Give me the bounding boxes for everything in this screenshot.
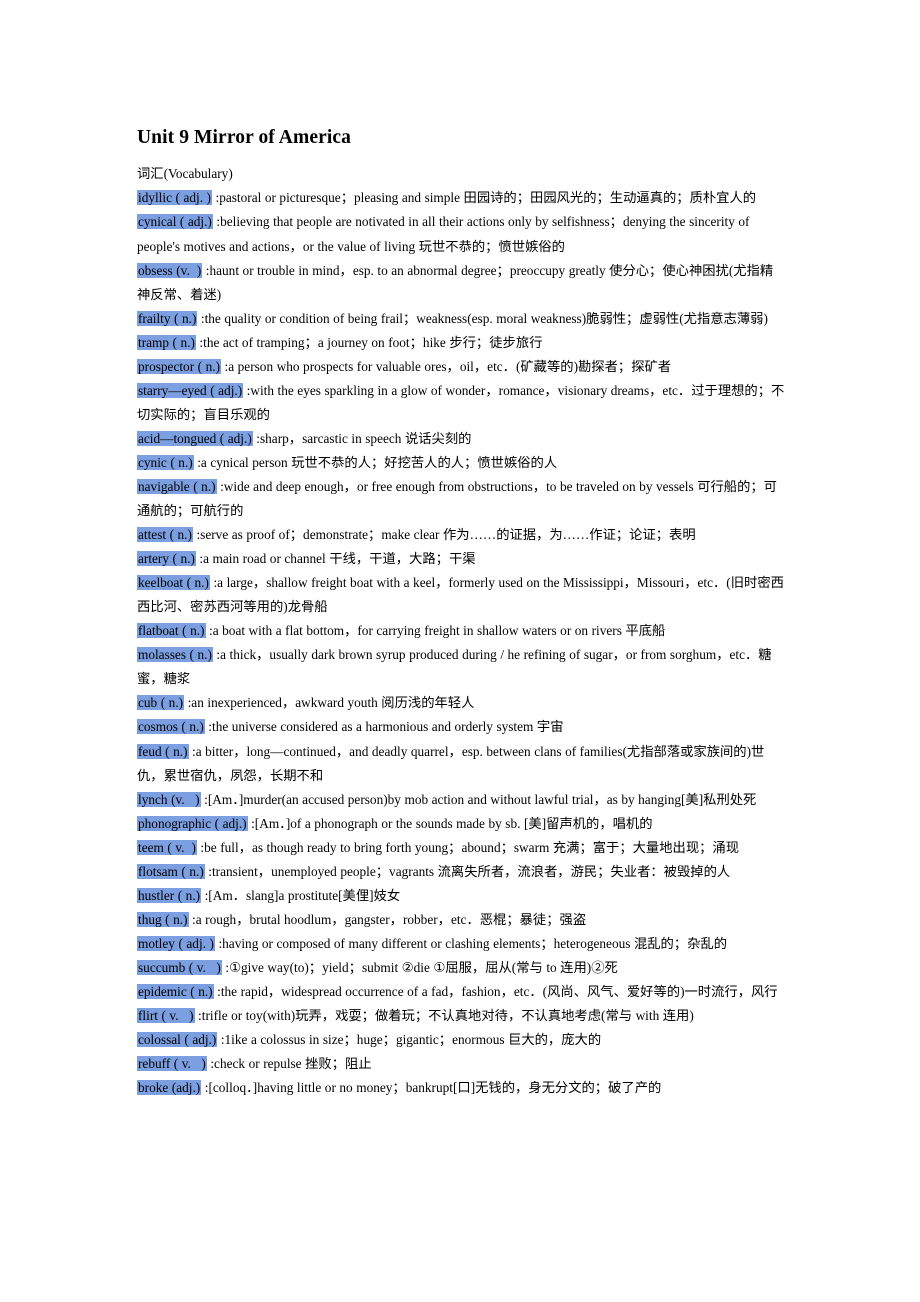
- vocabulary-headword: navigable ( n.): [137, 478, 217, 494]
- vocabulary-definition: :serve as proof of；demonstrate；make clea…: [192, 527, 696, 543]
- vocabulary-entry: acid—tongued ( adj.) :sharp，sarcastic in…: [137, 427, 785, 451]
- vocabulary-definition: :a bitter，long—continued，and deadly quar…: [137, 743, 765, 783]
- vocabulary-definition: :sharp，sarcastic in speech 说话尖刻的: [252, 430, 472, 446]
- vocabulary-headword: epidemic ( n.): [137, 983, 214, 999]
- vocabulary-definition: :the act of tramping；a journey on foot；h…: [195, 334, 543, 350]
- vocabulary-entry: cynical ( adj.) :believing that people a…: [137, 210, 785, 258]
- vocabulary-entry: keelboat ( n.) :a large，shallow freight …: [137, 571, 785, 619]
- vocabulary-definition: :[Am．slang]a prostitute[美俚]妓女: [201, 887, 401, 903]
- vocabulary-entry: phonographic ( adj.) :[Am．]of a phonogra…: [137, 812, 785, 836]
- vocabulary-headword: colossal ( adj.): [137, 1032, 218, 1048]
- vocabulary-definition: :a thick，usually dark brown syrup produc…: [137, 647, 772, 687]
- vocabulary-headword: lynch (v. ): [137, 791, 201, 807]
- vocabulary-headword: idyllic ( adj. ): [137, 190, 212, 206]
- vocabulary-definition: :a main road or channel 干线，干道，大路；干渠: [195, 551, 476, 567]
- vocabulary-entry: starry—eyed ( adj.) :with the eyes spark…: [137, 379, 785, 427]
- vocabulary-entry: succumb ( v. ) :①give way(to)；yield；subm…: [137, 956, 785, 980]
- vocabulary-entry: flirt ( v. ) :trifle or toy(with)玩弄，戏耍；做…: [137, 1004, 785, 1028]
- vocabulary-definition: :[Am．]murder(an accused person)by mob ac…: [200, 791, 757, 807]
- vocabulary-entry: motley ( adj. ) :having or composed of m…: [137, 932, 785, 956]
- vocabulary-entry: colossal ( adj.) :1ike a colossus in siz…: [137, 1028, 785, 1052]
- document-page: Unit 9 Mirror of America 词汇(Vocabulary) …: [0, 0, 920, 1302]
- vocabulary-entry: feud ( n.) :a bitter，long—continued，and …: [137, 740, 785, 788]
- vocabulary-headword: flatboat ( n.): [137, 623, 206, 639]
- vocabulary-definition: :be full，as though ready to bring forth …: [196, 839, 740, 855]
- vocabulary-definition: :wide and deep enough，or free enough fro…: [137, 478, 777, 519]
- vocabulary-headword: cynical ( adj.): [137, 214, 213, 230]
- vocabulary-entry: cynic ( n.) :a cynical person 玩世不恭的人；好挖苦…: [137, 451, 785, 475]
- vocabulary-entry: frailty ( n.) :the quality or condition …: [137, 307, 785, 331]
- vocabulary-definition: :1ike a colossus in size；huge；gigantic；e…: [217, 1032, 602, 1048]
- vocabulary-entry: cosmos ( n.) :the universe considered as…: [137, 715, 785, 739]
- vocabulary-entry: teem ( v. ) :be full，as though ready to …: [137, 836, 785, 860]
- vocabulary-definition: :a boat with a flat bottom，for carrying …: [205, 623, 666, 639]
- vocabulary-headword: obsess (v. ): [137, 262, 203, 278]
- vocabulary-entry: epidemic ( n.) :the rapid，widespread occ…: [137, 980, 785, 1004]
- vocabulary-entry: broke (adj.) :[colloq．]having little or …: [137, 1076, 785, 1100]
- vocabulary-definition: :a large，shallow freight boat with a kee…: [137, 575, 784, 615]
- page-title: Unit 9 Mirror of America: [137, 127, 351, 148]
- vocabulary-definition: :trifle or toy(with)玩弄，戏耍；做着玩；不认真地对待，不认真…: [194, 1008, 694, 1024]
- vocabulary-headword: broke (adj.): [137, 1080, 202, 1096]
- vocabulary-headword: thug ( n.): [137, 911, 189, 927]
- vocabulary-headword: hustler ( n.): [137, 887, 202, 903]
- vocabulary-entry: lynch (v. ) :[Am．]murder(an accused pers…: [137, 788, 785, 812]
- vocabulary-headword: frailty ( n.): [137, 310, 198, 326]
- vocabulary-definition: :pastoral or picturesque；pleasing and si…: [211, 190, 757, 206]
- vocabulary-entry: prospector ( n.) :a person who prospects…: [137, 355, 785, 379]
- vocabulary-entry: cub ( n.) :an inexperienced，awkward yout…: [137, 691, 785, 715]
- vocabulary-definition: :believing that people are notivated in …: [137, 214, 750, 254]
- vocabulary-headword: keelboat ( n.): [137, 575, 210, 591]
- vocabulary-definition: :an inexperienced，awkward youth 阅历浅的年轻人: [184, 695, 475, 711]
- vocabulary-headword: cub ( n.): [137, 695, 185, 711]
- vocabulary-entry: flatboat ( n.) :a boat with a flat botto…: [137, 619, 785, 643]
- vocabulary-headword: motley ( adj. ): [137, 935, 215, 951]
- vocabulary-definition: :a person who prospects for valuable ore…: [221, 358, 672, 374]
- vocabulary-headword: cosmos ( n.): [137, 719, 205, 735]
- vocabulary-entry: rebuff ( v. ) :check or repulse 挫败；阻止: [137, 1052, 785, 1076]
- vocabulary-headword: phonographic ( adj.): [137, 815, 248, 831]
- vocabulary-entry: tramp ( n.) :the act of tramping；a journ…: [137, 331, 785, 355]
- vocabulary-definition: :having or composed of many different or…: [214, 935, 728, 951]
- vocabulary-headword: artery ( n.): [137, 551, 196, 567]
- vocabulary-entry: obsess (v. ) :haunt or trouble in mind，e…: [137, 259, 785, 307]
- vocabulary-definition: :a rough，brutal hoodlum，gangster，robber，…: [188, 911, 587, 927]
- vocabulary-entry: hustler ( n.) :[Am．slang]a prostitute[美俚…: [137, 884, 785, 908]
- vocabulary-headword: cynic ( n.): [137, 454, 194, 470]
- vocabulary-entry: navigable ( n.) :wide and deep enough，or…: [137, 475, 785, 523]
- vocabulary-entry: flotsam ( n.) :transient，unemployed peop…: [137, 860, 785, 884]
- vocabulary-headword: flirt ( v. ): [137, 1008, 195, 1024]
- vocabulary-headword: starry—eyed ( adj.): [137, 382, 244, 398]
- vocabulary-entry: thug ( n.) :a rough，brutal hoodlum，gangs…: [137, 908, 785, 932]
- vocabulary-definition: :[Am．]of a phonograph or the sounds made…: [247, 815, 653, 831]
- vocabulary-headword: prospector ( n.): [137, 358, 221, 374]
- vocabulary-entry: artery ( n.) :a main road or channel 干线，…: [137, 547, 785, 571]
- vocabulary-definition: :haunt or trouble in mind，esp. to an abn…: [137, 262, 774, 302]
- vocabulary-entry: idyllic ( adj. ) :pastoral or picturesqu…: [137, 186, 785, 210]
- vocabulary-headword: acid—tongued ( adj.): [137, 430, 253, 446]
- vocabulary-entry: attest ( n.) :serve as proof of；demonstr…: [137, 523, 785, 547]
- vocabulary-headword: feud ( n.): [137, 743, 189, 759]
- vocabulary-headword: flotsam ( n.): [137, 863, 205, 879]
- vocabulary-definition: :a cynical person 玩世不恭的人；好挖苦人的人；愤世嫉俗的人: [193, 454, 558, 470]
- vocabulary-definition: :check or repulse 挫败；阻止: [206, 1056, 372, 1072]
- vocabulary-headword: molasses ( n.): [137, 647, 213, 663]
- vocabulary-headword: tramp ( n.): [137, 334, 196, 350]
- vocabulary-headword: teem ( v. ): [137, 839, 197, 855]
- vocabulary-entry: molasses ( n.) :a thick，usually dark bro…: [137, 643, 785, 691]
- vocabulary-definition: :the quality or condition of being frail…: [197, 310, 768, 326]
- vocabulary-headword: succumb ( v. ): [137, 959, 222, 975]
- vocabulary-definition: :①give way(to)；yield；submit ②die ①屈服，屈从(…: [221, 959, 618, 975]
- vocabulary-headword: attest ( n.): [137, 527, 193, 543]
- vocabulary-headword: rebuff ( v. ): [137, 1056, 207, 1072]
- vocabulary-definition: :[colloq．]having little or no money；bank…: [201, 1080, 662, 1096]
- vocabulary-definition: :the universe considered as a harmonious…: [204, 719, 564, 735]
- vocabulary-definition: :the rapid，widespread occurrence of a fa…: [213, 983, 778, 999]
- vocabulary-list: idyllic ( adj. ) :pastoral or picturesqu…: [137, 186, 785, 1100]
- vocabulary-definition: :transient，unemployed people；vagrants 流离…: [204, 863, 731, 879]
- section-heading-vocabulary: 词汇(Vocabulary): [137, 166, 233, 182]
